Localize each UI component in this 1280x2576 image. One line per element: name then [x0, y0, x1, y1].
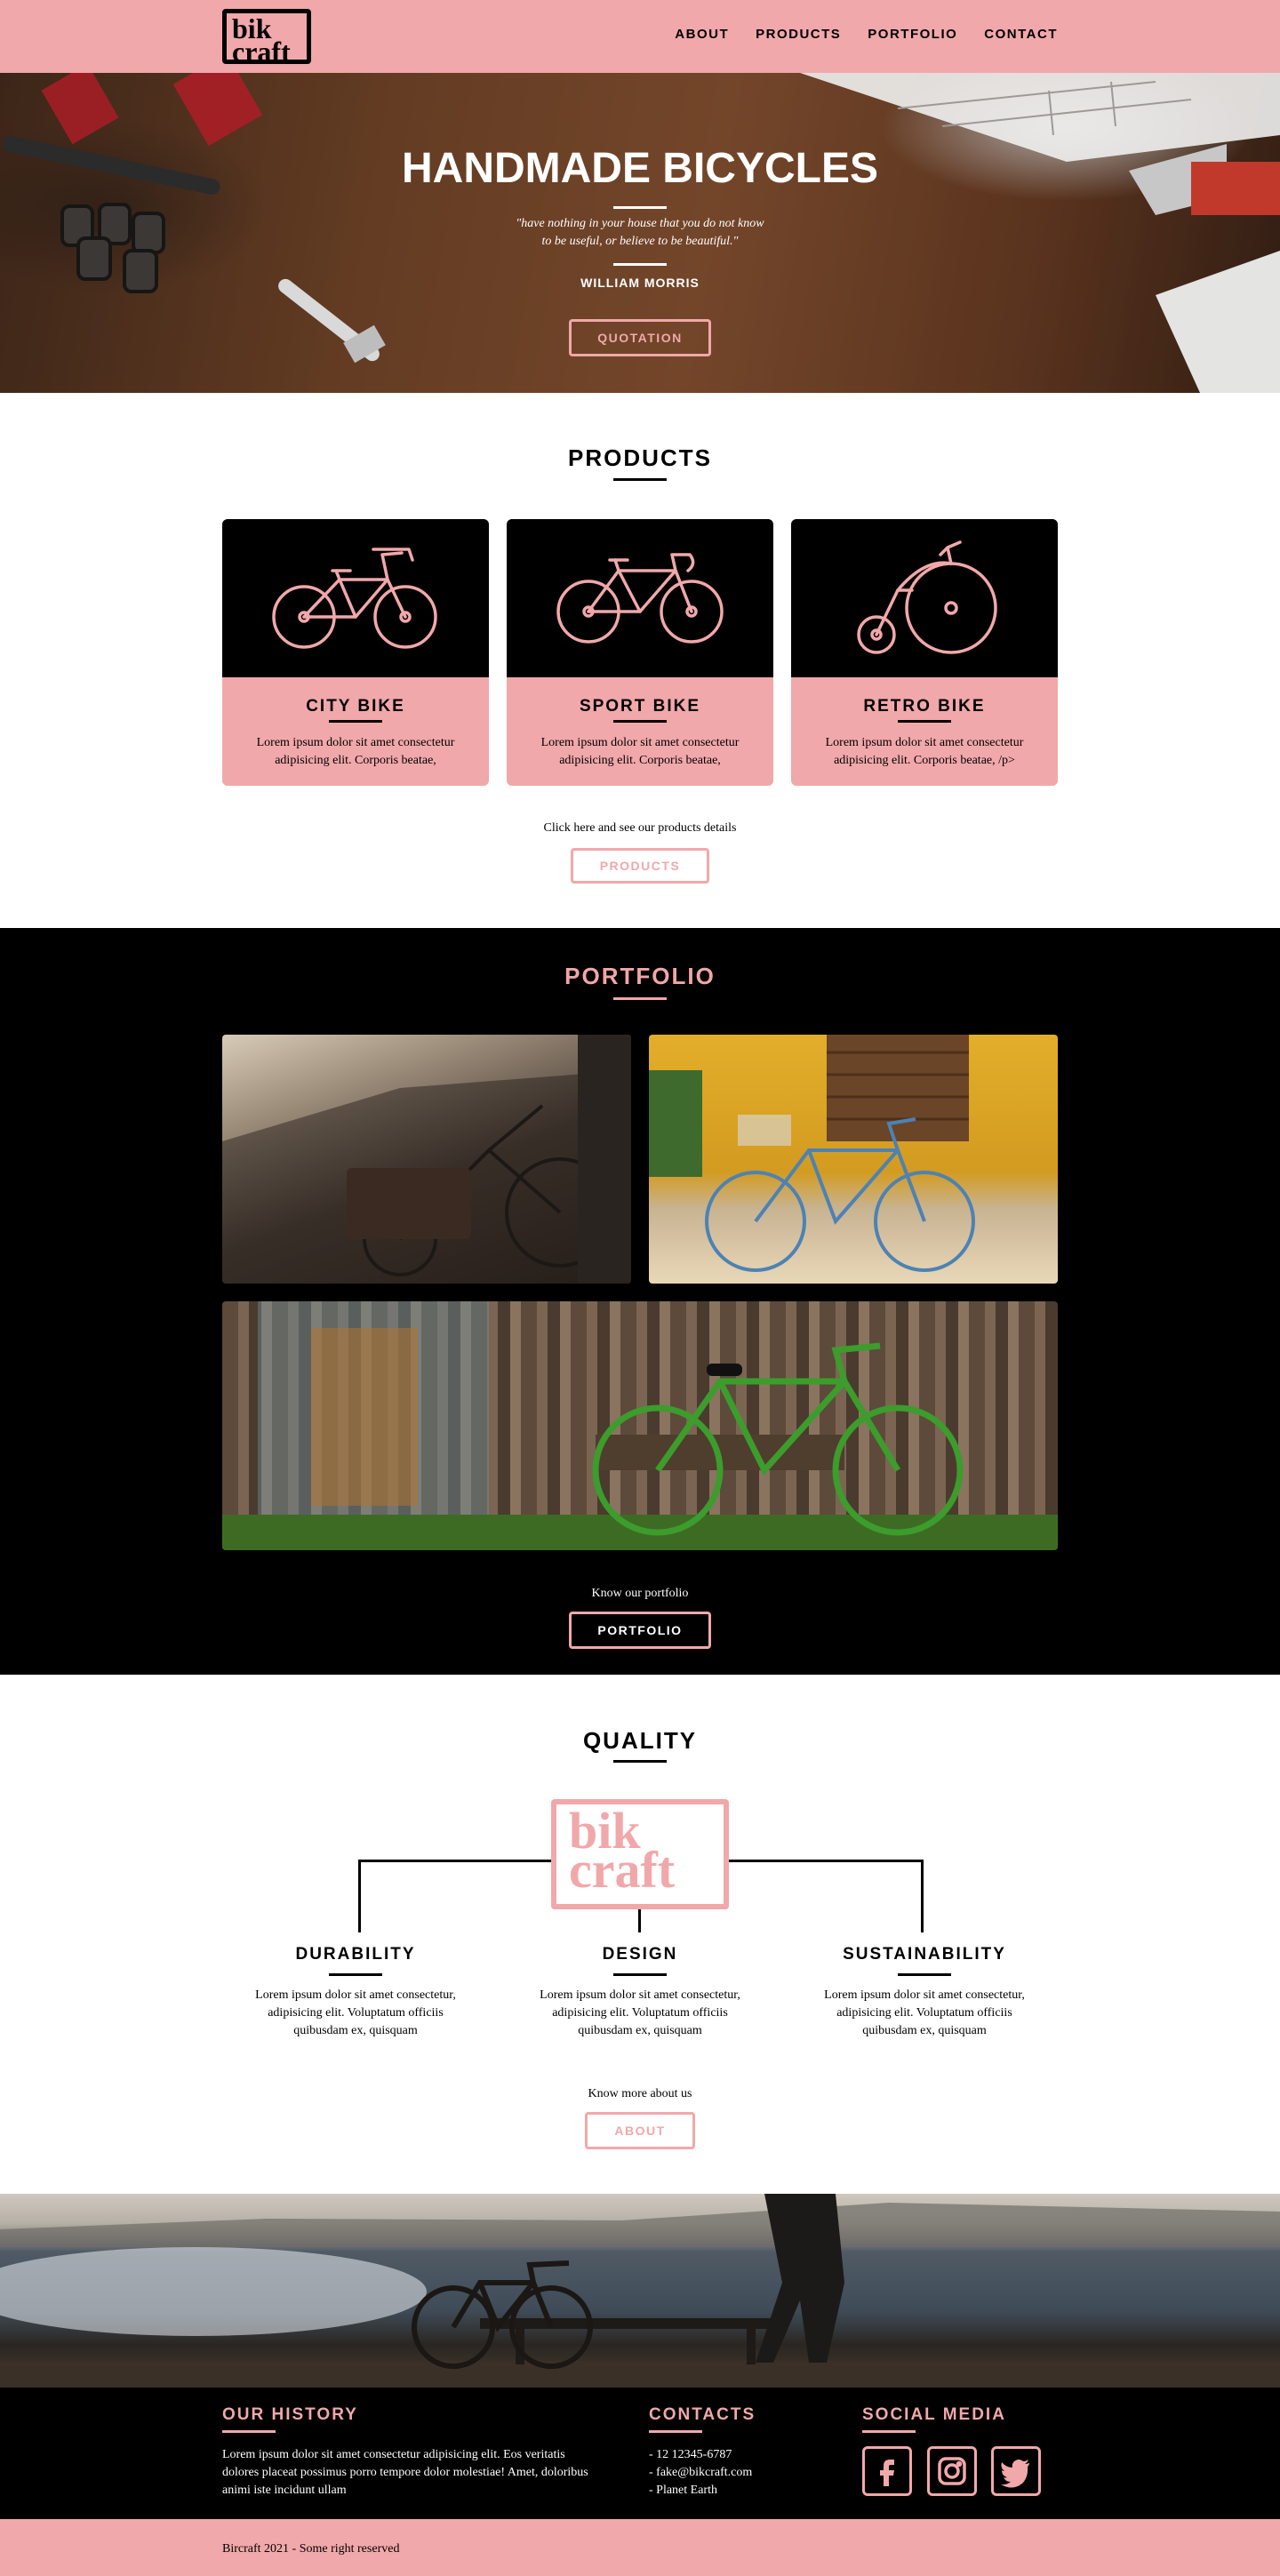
quality-item-title: DURABILITY — [295, 1945, 416, 1964]
history-text: Lorem ipsum dolor sit amet consectetur a… — [222, 2448, 588, 2497]
quality-item-title: SUSTAINABILITY — [843, 1945, 1006, 1964]
portfolio-note: Know our portfolio — [591, 1587, 689, 1600]
sport-bike-icon — [556, 553, 724, 644]
nav-products[interactable]: PRODUCTS — [756, 27, 841, 42]
nav-about[interactable]: ABOUT — [675, 27, 729, 42]
contacts-title: CONTACTS — [649, 2405, 756, 2424]
quality-sustainability: SUSTAINABILITY Lorem ipsum dolor sit ame… — [818, 1945, 1031, 2040]
hero-quote: "have nothing in your house that you do … — [0, 215, 1280, 251]
quality-title: QUALITY — [582, 1727, 698, 1754]
quality-connector-right — [729, 1860, 924, 1862]
copyright-text: Bircraft 2021 - Some right reserved — [222, 2542, 400, 2556]
lake-bench-image — [0, 2194, 1280, 2388]
portfolio-photo-wooden-wall-bike[interactable] — [222, 1301, 1058, 1550]
quality-connector-left — [358, 1860, 551, 1862]
quotation-button[interactable]: QUOTATION — [569, 319, 711, 356]
quality-design: DESIGN Lorem ipsum dolor sit amet consec… — [533, 1945, 747, 2040]
product-name: RETRO BIKE — [863, 697, 986, 716]
portfolio-photo-street-bikes[interactable] — [222, 1035, 631, 1284]
hero-divider — [613, 206, 667, 209]
quality-item-text: Lorem ipsum dolor sit amet consectetur, … — [824, 1988, 1025, 2037]
product-description: Lorem ipsum dolor sit amet consectetur a… — [540, 736, 740, 767]
logo-line2: craft — [232, 36, 291, 68]
quality-durability: DURABILITY Lorem ipsum dolor sit amet co… — [249, 1945, 462, 2040]
city-bike-icon — [272, 548, 437, 649]
product-description: Lorem ipsum dolor sit amet consectetur a… — [256, 736, 455, 767]
main-nav: ABOUT PRODUCTS PORTFOLIO CONTACT — [675, 27, 1058, 42]
quality-item-title: DESIGN — [602, 1945, 678, 1964]
quality-item-text: Lorem ipsum dolor sit amet consectetur, … — [540, 1988, 740, 2037]
quality-note: Know more about us — [588, 2087, 692, 2100]
products-button[interactable]: PRODUCTS — [571, 848, 709, 884]
products-title: PRODUCTS — [568, 444, 712, 471]
nav-portfolio[interactable]: PORTFOLIO — [868, 27, 957, 42]
product-description: Lorem ipsum dolor sit amet consectetur a… — [825, 736, 1024, 767]
quality-underline — [613, 1760, 667, 1763]
product-name: CITY BIKE — [306, 697, 405, 716]
products-underline — [613, 478, 667, 481]
instagram-icon[interactable] — [927, 2446, 977, 2496]
hero-quote-line2: to be useful, or believe to be beautiful… — [541, 235, 739, 248]
history-title: OUR HISTORY — [222, 2405, 358, 2424]
logo[interactable]: bik craft — [222, 9, 311, 68]
quality-logo: bik craft — [551, 1799, 729, 1909]
product-card-retro[interactable]: RETRO BIKE Lorem ipsum dolor sit amet co… — [791, 519, 1058, 786]
product-card-city[interactable]: CITY BIKE Lorem ipsum dolor sit amet con… — [222, 519, 489, 786]
contact-email[interactable]: - fake@bikcraft.com — [649, 2464, 752, 2482]
hero-banner: HANDMADE BICYCLES "have nothing in your … — [0, 73, 1280, 393]
portfolio-photo-yellow-wall-bike[interactable] — [649, 1035, 1058, 1284]
hero-author: WILLIAM MORRIS — [580, 276, 700, 290]
hero-title: HANDMADE BICYCLES — [401, 145, 878, 192]
hero-quote-line1: "have nothing in your house that you do … — [516, 217, 764, 230]
twitter-icon[interactable] — [991, 2446, 1041, 2496]
quality-connector-center — [638, 1909, 641, 1932]
portfolio-button[interactable]: PORTFOLIO — [569, 1612, 711, 1649]
social-title: SOCIAL MEDIA — [862, 2405, 1006, 2424]
contact-location: - Planet Earth — [649, 2484, 717, 2497]
contact-phone[interactable]: - 12 12345-6787 — [649, 2446, 752, 2464]
product-card-sport[interactable]: SPORT BIKE Lorem ipsum dolor sit amet co… — [507, 519, 773, 786]
nav-contact[interactable]: CONTACT — [984, 27, 1058, 42]
portfolio-underline — [613, 997, 667, 1000]
quality-item-text: Lorem ipsum dolor sit amet consectetur, … — [255, 1988, 456, 2037]
site-footer — [0, 2388, 1280, 2519]
products-note: Click here and see our products details — [543, 821, 737, 835]
site-header: bik craft ABOUT PRODUCTS PORTFOLIO CONTA… — [0, 0, 1280, 73]
product-name: SPORT BIKE — [579, 697, 701, 716]
hero-divider-2 — [613, 263, 667, 266]
facebook-icon[interactable] — [862, 2446, 912, 2496]
about-button[interactable]: ABOUT — [585, 2112, 695, 2149]
portfolio-title: PORTFOLIO — [564, 963, 716, 989]
retro-bike-icon — [857, 540, 997, 654]
copyright-band — [0, 2519, 1280, 2576]
contacts-list: - 12 12345-6787 - fake@bikcraft.com - Pl… — [649, 2446, 752, 2500]
